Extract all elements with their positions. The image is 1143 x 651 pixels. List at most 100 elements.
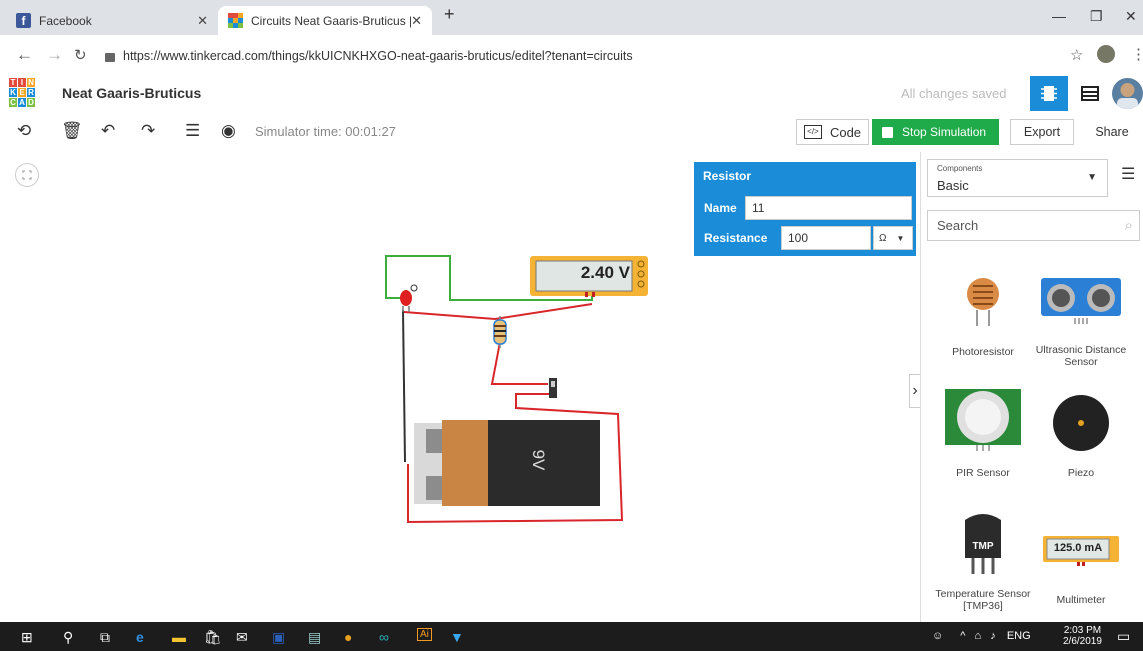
mail-icon[interactable]: ✉ xyxy=(236,629,248,646)
resistance-label: Resistance xyxy=(704,231,768,245)
circuit-view-button[interactable] xyxy=(1030,76,1068,111)
unit-dropdown[interactable]: Ω ▼ xyxy=(873,226,913,250)
network-icon[interactable]: ⌂ xyxy=(975,630,982,642)
components-caption: Components xyxy=(937,164,983,173)
component-label: PIR Sensor xyxy=(956,467,1010,479)
chevron-down-icon: ▼ xyxy=(1087,172,1097,183)
tray-expand-icon[interactable]: ^ xyxy=(960,630,965,642)
tinkercad-logo[interactable]: T I N K E R C A D xyxy=(9,78,35,108)
schematic-view-button[interactable] xyxy=(1071,76,1109,111)
maximize-icon[interactable]: ❐ xyxy=(1090,8,1103,25)
chevron-right-icon: › xyxy=(912,382,918,399)
url-field[interactable]: https://www.tinkercad.com/things/kkUICNK… xyxy=(105,44,1085,68)
close-tab-icon[interactable]: ✕ xyxy=(411,13,422,29)
component-pir-sensor[interactable]: PIR Sensor xyxy=(933,387,1033,479)
redo-icon[interactable]: ↷ xyxy=(141,121,155,141)
components-value: Basic xyxy=(937,178,969,193)
arduino-icon[interactable]: ∞ xyxy=(379,629,389,645)
logo-letter: C xyxy=(9,98,17,107)
simulator-time: Simulator time: 00:01:27 xyxy=(255,124,396,139)
logo-letter: T xyxy=(9,78,17,87)
chip-icon xyxy=(1041,86,1057,101)
url-text: https://www.tinkercad.com/things/kkUICNK… xyxy=(123,49,633,63)
tab-facebook[interactable]: f Facebook ✕ xyxy=(6,6,218,35)
logo-letter: N xyxy=(27,78,35,87)
red-wire-mid xyxy=(490,341,548,385)
rotate-icon[interactable]: ⟲ xyxy=(17,121,31,141)
windows-start-icon[interactable]: ⊞ xyxy=(21,629,33,646)
close-tab-icon[interactable]: ✕ xyxy=(197,13,208,29)
components-panel: › Components Basic ▼ ☰ Search ⌕ Photores… xyxy=(909,152,1143,622)
volume-icon[interactable]: ♪ xyxy=(990,630,996,642)
delete-icon[interactable]: 🗑︎ xyxy=(61,121,83,141)
reload-icon[interactable]: ↻ xyxy=(74,46,87,64)
tab-tinkercad[interactable]: Circuits Neat Gaaris-Bruticus | Tin ✕ xyxy=(218,6,432,35)
component-multimeter[interactable]: 125.0 mA Multimeter xyxy=(1031,514,1131,610)
code-button[interactable]: </> Code xyxy=(796,119,869,145)
edge-icon[interactable]: e xyxy=(136,629,144,645)
logo-letter: E xyxy=(18,88,26,97)
close-window-icon[interactable]: ✕ xyxy=(1125,8,1137,25)
notification-icon[interactable]: ▭ xyxy=(1117,628,1130,645)
notes-icon[interactable]: ☰ xyxy=(185,121,200,141)
chrome-icon[interactable]: ● xyxy=(344,629,352,645)
app-icon[interactable]: ▤ xyxy=(308,629,321,646)
share-button[interactable]: Share xyxy=(1082,119,1142,145)
code-label: Code xyxy=(829,124,862,140)
resistor-inspector: Resistor Name 11 Resistance 100 Ω ▼ xyxy=(694,162,916,256)
app-triangle-icon[interactable]: ▼ xyxy=(450,629,464,645)
export-button[interactable]: Export xyxy=(1010,119,1074,145)
clock[interactable]: 2:03 PM 2/6/2019 xyxy=(1063,625,1102,647)
search-placeholder: Search xyxy=(937,218,979,233)
list-view-icon[interactable]: ☰ xyxy=(1121,164,1135,184)
people-icon[interactable]: ☺ xyxy=(932,630,943,642)
save-status: All changes saved xyxy=(901,86,1007,101)
editor-toolbar: ⟲ 🗑︎ ↶ ↷ ☰ ◉ Simulator time: 00:01:27 </… xyxy=(0,111,1143,153)
component-photoresistor[interactable]: Photoresistor xyxy=(933,272,1033,358)
logo-letter: A xyxy=(18,98,26,107)
word-icon[interactable]: ▣ xyxy=(272,629,285,646)
language-indicator[interactable]: ENG xyxy=(1007,630,1031,642)
resistor xyxy=(493,316,507,348)
slide-switch xyxy=(549,378,557,398)
search-input[interactable]: Search ⌕ xyxy=(927,210,1140,241)
logo-letter: R xyxy=(27,88,35,97)
logo-letter: I xyxy=(18,78,26,87)
search-icon[interactable]: ⌕ xyxy=(1125,217,1133,234)
address-bar: ← → ↻ https://www.tinkercad.com/things/k… xyxy=(0,35,1143,77)
stop-simulation-button[interactable]: Stop Simulation xyxy=(872,119,999,145)
search-icon[interactable]: ⚲ xyxy=(63,629,73,646)
file-explorer-icon[interactable]: ▬ xyxy=(172,629,186,645)
name-label: Name xyxy=(704,201,737,215)
resistance-field[interactable]: 100 xyxy=(781,226,871,250)
logo-letter: K xyxy=(9,88,17,97)
project-name[interactable]: Neat Gaaris-Bruticus xyxy=(62,85,201,101)
store-icon[interactable]: 🛍︎ xyxy=(204,629,222,646)
component-label: Photoresistor xyxy=(952,346,1014,358)
minimize-icon[interactable]: — xyxy=(1052,8,1066,24)
visibility-icon[interactable]: ◉ xyxy=(221,121,236,141)
task-view-icon[interactable]: ⧉ xyxy=(100,629,110,646)
stop-icon xyxy=(882,126,893,138)
component-piezo[interactable]: Piezo xyxy=(1031,387,1131,479)
ultrasonic-sensor-icon xyxy=(1041,278,1121,324)
components-dropdown[interactable]: Components Basic ▼ xyxy=(927,159,1108,197)
name-field[interactable]: 11 xyxy=(745,196,912,220)
component-label: Piezo xyxy=(1067,467,1095,479)
code-icon: </> xyxy=(803,125,822,139)
component-temperature-sensor[interactable]: TMP Temperature Sensor [TMP36] xyxy=(933,514,1033,612)
component-label: Multimeter xyxy=(1056,594,1106,606)
tab-title: Circuits Neat Gaaris-Bruticus | Tin xyxy=(251,13,411,28)
illustrator-icon[interactable]: Ai xyxy=(417,628,432,641)
undo-icon[interactable]: ↶ xyxy=(101,121,115,141)
new-tab-button[interactable]: + xyxy=(444,4,455,25)
browser-menu-icon[interactable]: ⋮ xyxy=(1131,45,1143,63)
forward-icon[interactable]: → xyxy=(46,45,63,65)
avatar[interactable] xyxy=(1112,78,1143,109)
lock-icon xyxy=(105,52,115,62)
back-icon[interactable]: ← xyxy=(16,45,33,65)
collapse-panel-button[interactable]: › xyxy=(909,374,920,408)
bookmark-star-icon[interactable]: ☆ xyxy=(1070,46,1083,64)
profile-icon[interactable] xyxy=(1097,45,1115,63)
component-ultrasonic-sensor[interactable]: Ultrasonic Distance Sensor xyxy=(1031,272,1131,368)
